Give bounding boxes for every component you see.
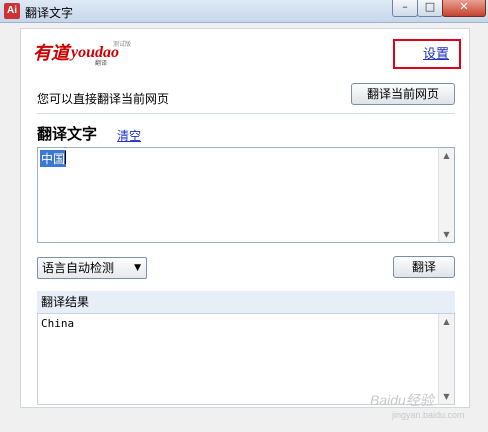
app-icon: Ai — [4, 3, 20, 19]
result-header: 翻译结果 — [37, 291, 455, 313]
text-caret — [65, 151, 66, 164]
language-select[interactable]: 语言自动检测 ▼ — [37, 257, 147, 279]
minimize-button[interactable]: – — [392, 0, 418, 17]
language-select-value: 语言自动检测 — [42, 261, 115, 275]
hint-text: 您可以直接翻译当前网页 — [37, 92, 170, 106]
scroll-up-icon[interactable]: ▲ — [439, 148, 454, 163]
chevron-down-icon: ▼ — [134, 263, 141, 273]
logo-tag: 测试版 — [113, 40, 131, 48]
watermark: Baidu经验 — [370, 392, 434, 408]
input-scrollbar[interactable]: ▲ ▼ — [438, 148, 454, 242]
source-text-input[interactable]: 中国 ▲ ▼ — [37, 147, 455, 243]
result-text: China — [41, 317, 75, 330]
translate-page-button[interactable]: 翻译当前网页 — [351, 83, 455, 105]
settings-link[interactable]: 设置 — [423, 43, 449, 62]
section-title: 翻译文字 — [37, 125, 98, 143]
logo-sub: 翻译 — [95, 59, 107, 67]
window-title: 翻译文字 — [25, 6, 74, 20]
watermark-sub: jingyan.baidu.com — [392, 410, 465, 420]
logo-brand-cn: 有道 — [33, 43, 72, 64]
scroll-up-icon[interactable]: ▲ — [439, 314, 454, 329]
source-text-value: 中国 — [40, 150, 67, 167]
youdao-logo: 有道 youdao 测试版 翻译 — [33, 40, 131, 67]
divider — [37, 113, 455, 114]
clear-link[interactable]: 清空 — [117, 127, 141, 144]
title-bar[interactable]: Ai 翻译文字 – □ ✕ — [0, 0, 488, 23]
logo-brand-en: youdao — [69, 44, 119, 61]
translate-button[interactable]: 翻译 — [393, 256, 455, 278]
result-scrollbar[interactable]: ▲ ▼ — [438, 314, 454, 404]
close-button[interactable]: ✕ — [442, 0, 486, 17]
translate-panel: 有道 youdao 测试版 翻译 设置 您可以直接翻译当前网页 翻译当前网页 翻… — [20, 28, 470, 408]
scroll-down-icon[interactable]: ▼ — [439, 389, 454, 404]
maximize-button[interactable]: □ — [417, 0, 443, 17]
scroll-down-icon[interactable]: ▼ — [439, 227, 454, 242]
